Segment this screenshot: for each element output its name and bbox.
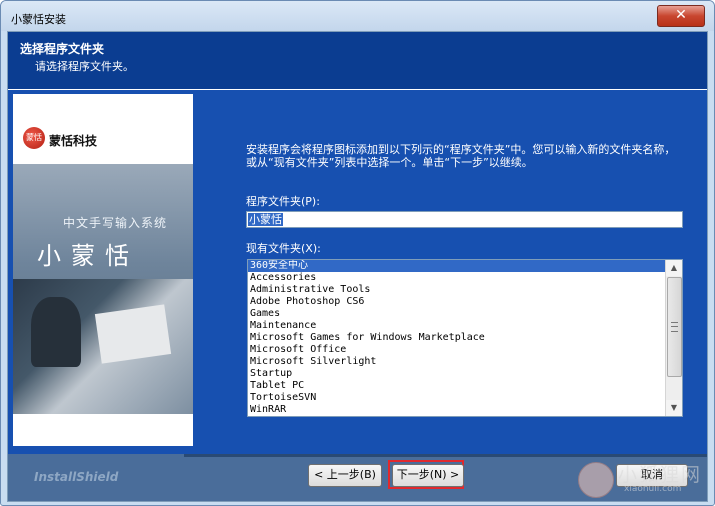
header-subtitle: 请选择程序文件夹。 [35,60,134,73]
intro-text: 安装程序会将程序图标添加到以下列示的“程序文件夹”中。您可以输入新的文件夹名称，… [246,143,676,169]
brand-name: 蒙恬科技 [49,134,98,148]
folder-list-item[interactable]: Accessories [248,272,665,284]
folder-list-item[interactable]: Adobe Photoshop CS6 [248,296,665,308]
fox-logo-icon [578,462,614,498]
installshield-brand: InstallShield [34,470,119,484]
title-bar: 小蒙恬安装 ✕ [1,1,714,31]
dialog-body: 蒙恬 蒙恬科技 中文手写输入系统 小蒙恬 安装程序会将程序图标添加到以下列示的“… [8,90,707,454]
watermark-text: 小狐狸网 [618,464,703,486]
program-folder-label: 程序文件夹(P): [246,195,320,208]
scroll-grip-icon [671,322,678,332]
brand-logo-icon: 蒙恬 [23,127,45,149]
banner-product-name: 小蒙恬 [37,242,139,270]
scroll-thumb[interactable] [667,277,682,377]
folder-list-item[interactable]: Microsoft Office [248,344,665,356]
window-title: 小蒙恬安装 [11,13,66,26]
folder-list-item[interactable]: Startup [248,368,665,380]
photo-paper-shape [94,304,172,364]
banner-photo-image [13,279,193,414]
folder-list-item[interactable]: TortoiseSVN [248,392,665,404]
folder-list-item[interactable]: Games [248,308,665,320]
existing-folders-label: 现有文件夹(X): [246,242,321,255]
program-folder-input[interactable]: 小蒙恬 [246,211,683,228]
list-scrollbar[interactable]: ▲ ▼ [665,260,682,416]
dialog-frame: 选择程序文件夹 请选择程序文件夹。 蒙恬 蒙恬科技 中文手写输入系统 小蒙恬 安… [7,31,708,502]
back-button[interactable]: < 上一步(B) [308,464,382,487]
close-button[interactable]: ✕ [657,5,705,27]
folder-list-item[interactable]: 360安全中心 [248,260,665,272]
footer-divider [184,454,707,457]
folder-list-item[interactable]: Tablet PC [248,380,665,392]
folder-list-items: 360安全中心 Accessories Administrative Tools Ad… [248,260,665,416]
watermark-url: xiaohuli.com [624,484,682,494]
site-watermark: 小狐狸网 xiaohuli.com [578,460,710,500]
next-button[interactable]: 下一步(N) > [392,464,464,487]
dialog-header: 选择程序文件夹 请选择程序文件夹。 [8,32,707,90]
scroll-down-arrow-icon[interactable]: ▼ [666,400,682,416]
header-title: 选择程序文件夹 [20,42,105,56]
scroll-up-arrow-icon[interactable]: ▲ [666,260,682,276]
banner-tagline: 中文手写输入系统 [63,216,168,230]
installer-window: 小蒙恬安装 ✕ 选择程序文件夹 请选择程序文件夹。 蒙恬 蒙恬科技 中文手写输入… [0,0,715,506]
folder-list-item[interactable]: Microsoft Silverlight [248,356,665,368]
folder-list-item[interactable]: Administrative Tools [248,284,665,296]
side-banner: 蒙恬 蒙恬科技 中文手写输入系统 小蒙恬 [13,94,193,446]
folder-list-item[interactable]: Maintenance [248,320,665,332]
folder-list-item[interactable]: WinRAR [248,404,665,416]
existing-folders-list[interactable]: 360安全中心 Accessories Administrative Tools Ad… [247,259,683,417]
photo-person-shape [31,297,81,367]
program-folder-value: 小蒙恬 [248,213,283,226]
folder-list-item[interactable]: Microsoft Games for Windows Marketplace [248,332,665,344]
